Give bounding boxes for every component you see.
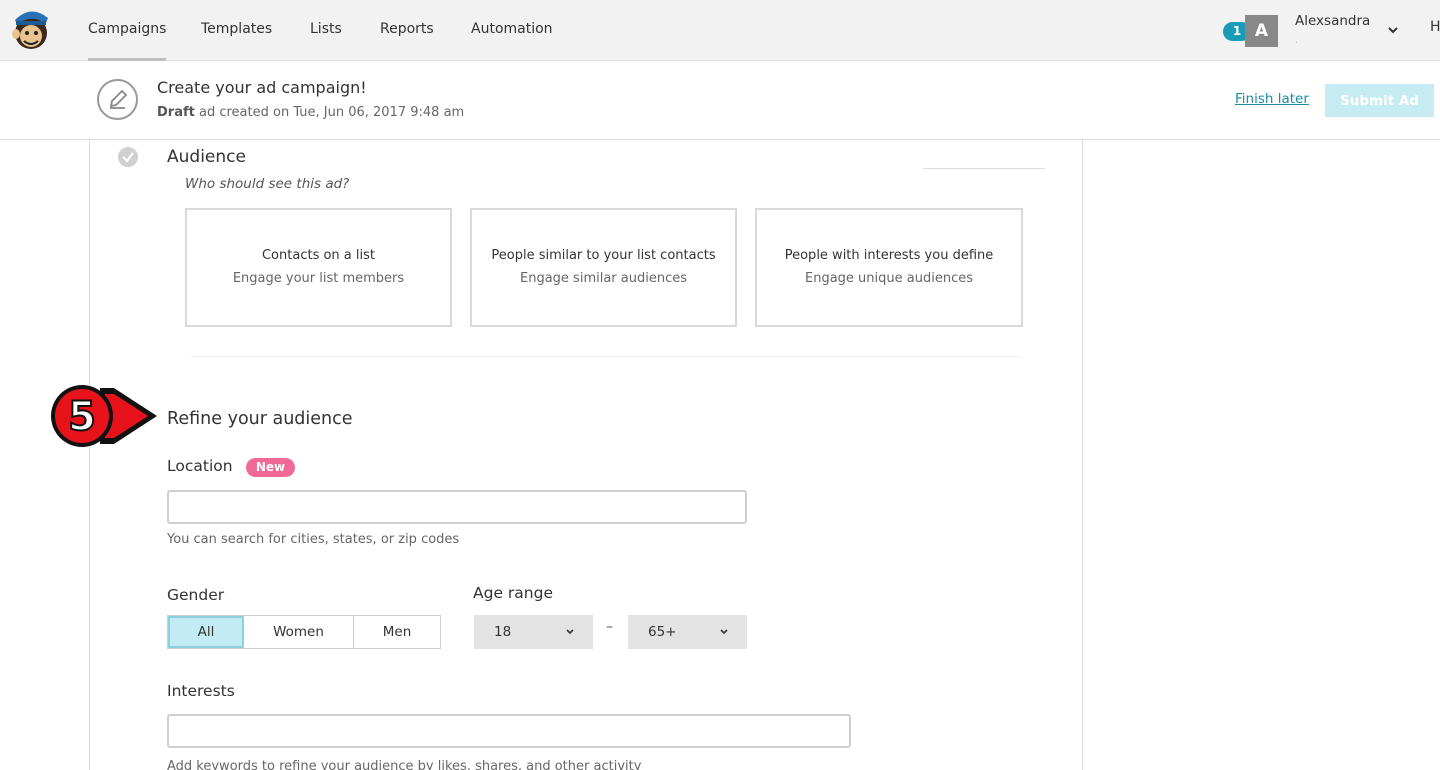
audience-option-contacts-on-list[interactable]: Contacts on a list Engage your list memb… <box>185 208 452 327</box>
option-title: People similar to your list contacts <box>491 248 716 263</box>
user-name[interactable]: Alexsandra <box>1295 13 1370 29</box>
age-min-value: 18 <box>494 624 512 640</box>
step-callout-arrow: 5 <box>51 385 157 447</box>
audience-question: Who should see this ad? <box>185 176 350 192</box>
card-border-right <box>1082 140 1083 770</box>
chevron-down-icon[interactable] <box>1386 23 1400 37</box>
location-input[interactable] <box>167 490 747 524</box>
gender-all-button[interactable]: All <box>168 616 244 648</box>
top-nav: Campaigns Templates Lists Reports Automa… <box>0 0 1440 61</box>
audience-heading: Audience <box>167 147 246 167</box>
tab-campaigns[interactable]: Campaigns <box>88 0 167 61</box>
audience-option-interests[interactable]: People with interests you define Engage … <box>755 208 1023 327</box>
interests-label: Interests <box>167 682 235 700</box>
chevron-down-icon <box>720 629 728 635</box>
interests-help-text: Add keywords to refine your audience by … <box>167 759 642 770</box>
option-title: People with interests you define <box>784 248 994 263</box>
page-title: Create your ad campaign! <box>157 78 367 97</box>
location-label: Location <box>167 457 233 475</box>
step-number: 5 <box>68 394 96 440</box>
tab-automation[interactable]: Automation <box>471 0 553 61</box>
divider <box>923 168 1045 169</box>
help-link[interactable]: H <box>1430 19 1440 35</box>
gender-toggle: All Women Men <box>167 615 441 649</box>
avatar[interactable]: A <box>1245 15 1278 47</box>
age-min-select[interactable]: 18 <box>474 615 593 649</box>
age-range-dash: – <box>606 619 613 635</box>
chevron-down-icon <box>566 629 574 635</box>
age-range-label: Age range <box>473 584 553 602</box>
gender-label: Gender <box>167 586 225 604</box>
draft-label: Draft <box>157 105 195 120</box>
divider <box>190 356 1022 357</box>
option-description: Engage similar audiences <box>520 271 687 286</box>
tab-reports[interactable]: Reports <box>380 0 434 61</box>
gender-women-button[interactable]: Women <box>244 616 353 648</box>
pencil-icon <box>97 79 138 120</box>
new-badge: New <box>246 458 295 477</box>
option-description: Engage unique audiences <box>805 271 973 286</box>
check-circle-icon <box>118 147 138 167</box>
freddie-logo-icon[interactable] <box>10 6 52 52</box>
tab-templates[interactable]: Templates <box>201 0 272 61</box>
card-border-left <box>89 140 90 770</box>
interests-input[interactable] <box>167 714 851 748</box>
draft-date: ad created on Tue, Jun 06, 2017 9:48 am <box>194 105 465 120</box>
age-max-select[interactable]: 65+ <box>628 615 747 649</box>
refine-heading: Refine your audience <box>167 409 353 429</box>
option-description: Engage your list members <box>232 271 405 286</box>
audience-option-similar-people[interactable]: People similar to your list contacts Eng… <box>470 208 737 327</box>
gender-men-button[interactable]: Men <box>354 616 440 648</box>
user-account-name: . <box>1295 35 1299 46</box>
age-max-value: 65+ <box>648 624 677 640</box>
option-title: Contacts on a list <box>261 248 375 263</box>
tab-lists[interactable]: Lists <box>310 0 342 61</box>
finish-later-link[interactable]: Finish later <box>1235 91 1309 107</box>
draft-status: Draft ad created on Tue, Jun 06, 2017 9:… <box>157 105 464 120</box>
location-help-text: You can search for cities, states, or zi… <box>167 532 460 547</box>
campaign-header: Create your ad campaign! Draft ad create… <box>0 61 1440 140</box>
submit-ad-button[interactable]: Submit Ad <box>1325 84 1434 117</box>
